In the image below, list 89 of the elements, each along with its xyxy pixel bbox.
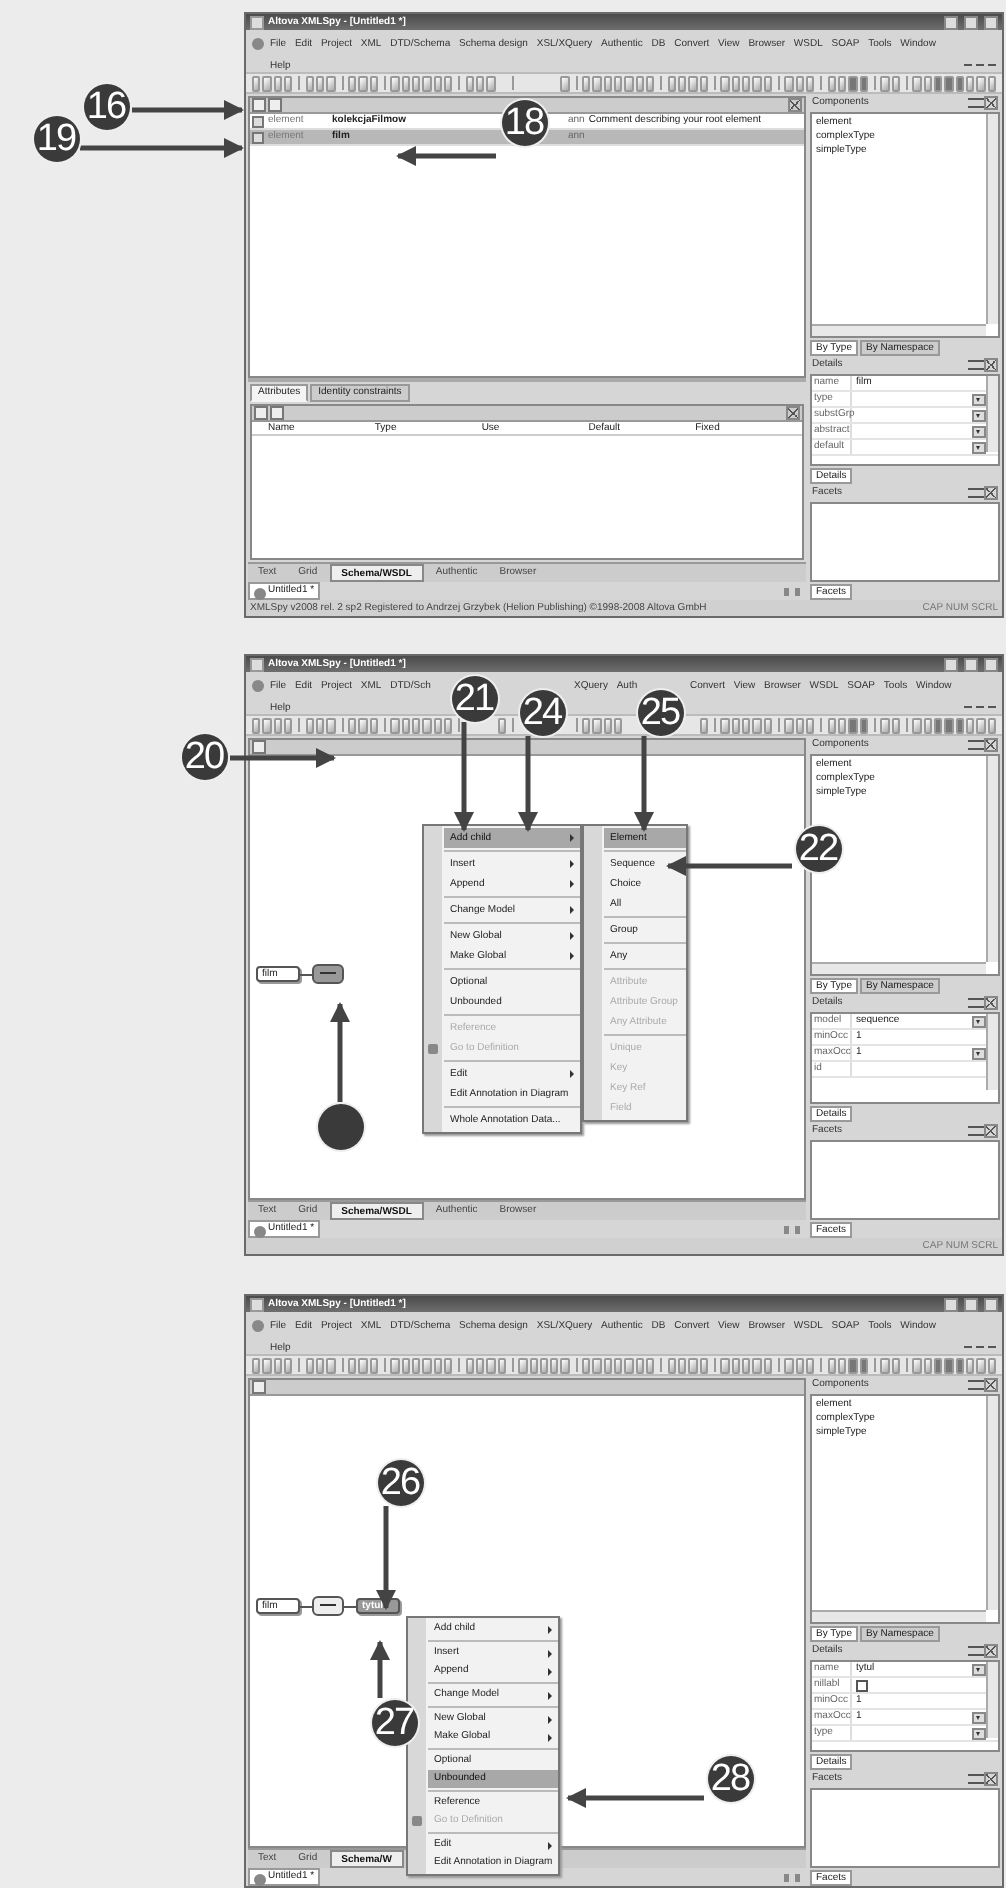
close-button[interactable] — [984, 657, 998, 671]
submenu-arrow-icon — [570, 860, 574, 868]
submenu-arrow-icon — [570, 834, 574, 842]
maximize-button[interactable] — [964, 1297, 978, 1311]
minimize-button[interactable] — [944, 1297, 958, 1311]
pin-icon[interactable] — [968, 360, 984, 370]
pin-icon[interactable] — [968, 1774, 984, 1784]
close-button[interactable] — [984, 15, 998, 29]
callout-arrow — [634, 736, 654, 832]
close-button[interactable] — [984, 1297, 998, 1311]
connector-line — [344, 1605, 356, 1607]
dropdown-button[interactable] — [972, 1015, 986, 1027]
pin-icon[interactable] — [968, 98, 984, 108]
scrollbar[interactable] — [986, 1662, 998, 1738]
submenu-arrow-icon — [548, 1733, 552, 1741]
tab-scroll-icon[interactable] — [784, 1873, 800, 1881]
document-icon — [254, 1225, 266, 1237]
definition-icon — [428, 1043, 438, 1053]
sequence-node[interactable] — [312, 1596, 344, 1616]
close-icon[interactable] — [984, 96, 998, 110]
dropdown-button[interactable] — [972, 1663, 986, 1675]
callout-arrow — [230, 748, 336, 768]
close-icon[interactable] — [984, 358, 998, 372]
sequence-node[interactable] — [312, 964, 344, 984]
pin-icon[interactable] — [968, 1646, 984, 1656]
submenu-arrow-icon — [570, 932, 574, 940]
callout-arrow — [132, 100, 244, 120]
scrollbar[interactable] — [812, 1610, 986, 1622]
toolbar-button[interactable] — [497, 717, 506, 733]
document-icon — [252, 38, 264, 50]
definition-icon — [412, 1816, 422, 1826]
submenu-arrow-icon — [570, 1070, 574, 1078]
submenu-arrow-icon — [570, 952, 574, 960]
pin-icon[interactable] — [968, 1126, 984, 1136]
close-icon[interactable] — [786, 406, 800, 420]
window-controls-icon[interactable] — [964, 1340, 996, 1348]
minimize-button[interactable] — [944, 15, 958, 29]
scrollbar[interactable] — [812, 324, 986, 336]
tab-scroll-icon[interactable] — [784, 1225, 800, 1233]
document-icon — [252, 1320, 264, 1332]
connector-line — [300, 1605, 312, 1607]
pin-icon[interactable] — [968, 1380, 984, 1390]
maximize-button[interactable] — [964, 657, 978, 671]
callout-number: 20 — [181, 733, 227, 779]
close-icon[interactable] — [984, 738, 998, 752]
window-controls-icon[interactable] — [964, 700, 996, 708]
pin-icon[interactable] — [968, 740, 984, 750]
scrollbar[interactable] — [986, 376, 998, 452]
callout-arrow — [370, 1640, 390, 1698]
callout-arrow — [566, 1788, 704, 1808]
scrollbar[interactable] — [986, 1014, 998, 1090]
close-icon[interactable] — [984, 1124, 998, 1138]
scrollbar[interactable] — [986, 756, 998, 962]
dropdown-button[interactable] — [972, 1047, 986, 1059]
scrollbar[interactable] — [986, 114, 998, 324]
document-icon — [254, 1873, 266, 1885]
connector-line — [300, 973, 312, 975]
scrollbar[interactable] — [812, 962, 986, 974]
document-icon — [254, 587, 266, 599]
minimize-button[interactable] — [944, 657, 958, 671]
close-icon[interactable] — [984, 1772, 998, 1786]
scrollbar[interactable] — [986, 1396, 998, 1610]
callout-number: 16 — [83, 83, 129, 129]
submenu-arrow-icon — [570, 880, 574, 888]
callout-arrow — [330, 1002, 350, 1102]
pin-icon[interactable] — [968, 998, 984, 1008]
callout-arrow — [454, 722, 474, 832]
close-icon[interactable] — [984, 996, 998, 1010]
close-icon[interactable] — [984, 1378, 998, 1392]
close-icon[interactable] — [984, 1644, 998, 1658]
maximize-button[interactable] — [964, 15, 978, 29]
close-icon[interactable] — [984, 486, 998, 500]
submenu-arrow-icon — [548, 1841, 552, 1849]
tab-scroll-icon[interactable] — [784, 587, 800, 595]
window-controls-icon[interactable] — [964, 58, 996, 66]
callout-number: 19 — [33, 115, 79, 161]
submenu-arrow-icon — [548, 1649, 552, 1657]
callout-arrow — [518, 736, 538, 832]
callout-arrow — [396, 146, 496, 166]
submenu-arrow-icon — [570, 906, 574, 914]
callout-arrow — [666, 856, 792, 876]
submenu-arrow-icon — [548, 1625, 552, 1633]
submenu-arrow-icon — [548, 1691, 552, 1699]
document-icon — [252, 680, 264, 692]
pin-icon[interactable] — [968, 488, 984, 498]
submenu-arrow-icon — [548, 1715, 552, 1723]
checkbox[interactable] — [856, 1679, 868, 1691]
submenu-arrow-icon — [548, 1667, 552, 1675]
close-icon[interactable] — [788, 98, 802, 112]
